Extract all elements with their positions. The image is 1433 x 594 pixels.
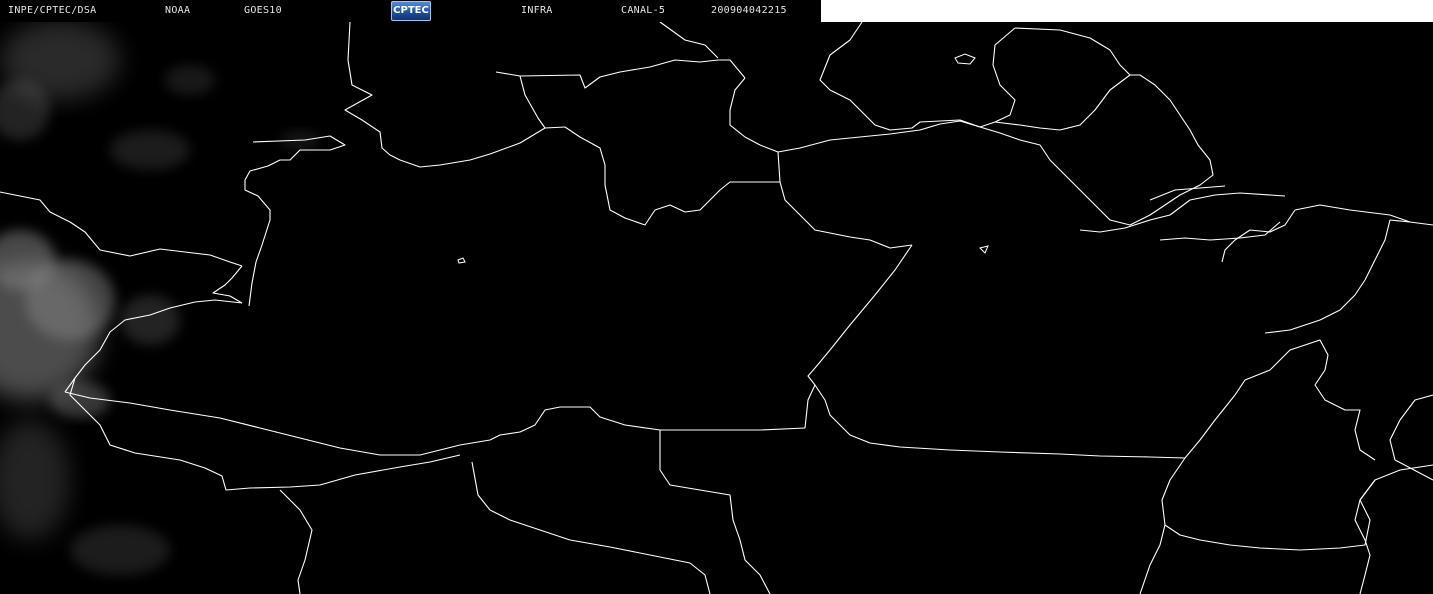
satellite-image-frame: INPE/CPTEC/DSA NOAA GOES10 CPTEC INFRA C…	[0, 0, 1433, 594]
political-borders	[0, 21, 1433, 594]
header-blank-area	[821, 0, 1433, 22]
timestamp-label: 200904042215	[711, 5, 787, 16]
agency-label: NOAA	[165, 5, 191, 16]
small-outlines	[457, 53, 989, 264]
product-label: INFRA	[521, 5, 553, 16]
cloud-cover	[0, 20, 320, 575]
image-header-bar: INPE/CPTEC/DSA NOAA GOES10 CPTEC INFRA C…	[0, 0, 821, 22]
satellite-label: GOES10	[244, 5, 282, 16]
institution-label: INPE/CPTEC/DSA	[8, 5, 97, 16]
cptec-logo: CPTEC	[391, 1, 431, 21]
infrared-map	[0, 20, 1433, 594]
channel-label: CANAL-5	[621, 5, 666, 16]
